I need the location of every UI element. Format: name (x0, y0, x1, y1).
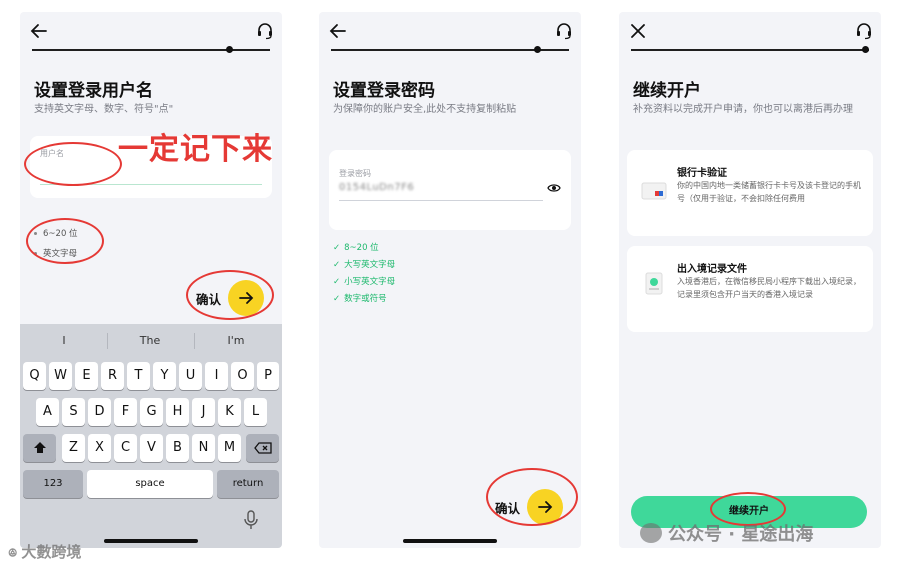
progress-indicator (534, 46, 541, 53)
top-bar (619, 20, 881, 44)
key-h[interactable]: H (166, 398, 189, 426)
card-title: 出入境记录文件 (677, 264, 747, 275)
keyboard: I The I'm Q W E R T Y U I O P A S D F G … (20, 324, 282, 548)
shift-key[interactable] (23, 434, 56, 462)
page-title: 继续开户 (633, 81, 701, 101)
rule-item: ✓ 数字或符号 (333, 294, 387, 304)
rule-item: ✓ 小写英文字母 (333, 277, 396, 287)
highlight-oval (186, 270, 274, 320)
suggestion[interactable]: I'm (196, 334, 276, 347)
back-arrow-icon[interactable] (327, 20, 349, 42)
numbers-key[interactable]: 123 (23, 470, 83, 498)
document-icon (645, 272, 663, 295)
password-rules: ✓ 8~20 位 ✓ 大写英文字母 ✓ 小写英文字母 ✓ 数字或符号 (333, 240, 395, 308)
headset-support-icon[interactable] (555, 22, 573, 40)
key-b[interactable]: B (166, 434, 189, 462)
page-subtitle: 为保障你的账户安全,此处不支持复制粘贴 (333, 104, 517, 115)
watermark-logo-icon: ꔮ (8, 546, 18, 560)
key-p[interactable]: P (257, 362, 279, 390)
key-w[interactable]: W (49, 362, 72, 390)
page-title: 设置登录用户名 (34, 81, 153, 101)
suggestion[interactable]: The (110, 334, 190, 347)
progress-indicator (226, 46, 233, 53)
page-title: 设置登录密码 (333, 81, 435, 101)
highlight-oval (26, 218, 104, 264)
key-n[interactable]: N (192, 434, 215, 462)
headset-support-icon[interactable] (855, 22, 873, 40)
return-key[interactable]: return (217, 470, 279, 498)
card-description: 入境香港后，在微信移民局小程序下载出入境纪录，记录里须包含开户当天的香港入境记录 (677, 277, 861, 299)
home-indicator (403, 539, 497, 543)
key-r[interactable]: R (101, 362, 124, 390)
page-subtitle: 补充资料以完成开户申请，你也可以离港后再办理 (633, 104, 853, 115)
key-s[interactable]: S (62, 398, 85, 426)
check-icon: ✓ (333, 260, 341, 270)
close-icon[interactable] (627, 20, 649, 42)
progress-indicator (862, 46, 869, 53)
key-m[interactable]: M (218, 434, 241, 462)
check-icon: ✓ (333, 243, 341, 253)
password-underline (339, 200, 543, 201)
card-description: 你的中国内地一类储蓄银行卡卡号及该卡登记的手机号（仅用于验证，不会扣除任何费用 (677, 181, 861, 203)
watermark-left: ꔮ 大數跨境 (8, 543, 82, 561)
highlight-oval (486, 468, 578, 526)
key-v[interactable]: V (140, 434, 163, 462)
space-key[interactable]: space (87, 470, 213, 498)
password-input[interactable]: 0154LuDn7F6 (339, 182, 414, 193)
eye-icon[interactable] (547, 182, 561, 194)
key-x[interactable]: X (88, 434, 111, 462)
watermark-right: 公众号 · 星途出海 (640, 520, 813, 546)
bank-card-verification[interactable]: 银行卡验证 你的中国内地一类储蓄银行卡卡号及该卡登记的手机号（仅用于验证，不会扣… (627, 150, 873, 236)
headset-support-icon[interactable] (256, 22, 274, 40)
delete-key[interactable] (246, 434, 279, 462)
key-i[interactable]: I (205, 362, 228, 390)
shift-icon (33, 442, 46, 453)
highlight-oval (24, 142, 122, 186)
check-icon: ✓ (333, 294, 341, 304)
key-q[interactable]: Q (23, 362, 46, 390)
key-u[interactable]: U (179, 362, 202, 390)
top-bar (319, 20, 581, 44)
key-c[interactable]: C (114, 434, 137, 462)
key-a[interactable]: A (36, 398, 59, 426)
password-label: 登录密码 (339, 169, 371, 178)
password-card: 登录密码 0154LuDn7F6 (329, 150, 571, 230)
key-e[interactable]: E (75, 362, 98, 390)
key-j[interactable]: J (192, 398, 215, 426)
key-d[interactable]: D (88, 398, 111, 426)
rule-item: ✓ 8~20 位 (333, 243, 379, 253)
key-t[interactable]: T (127, 362, 150, 390)
home-indicator (104, 539, 198, 543)
suggestion-bar: I The I'm (20, 324, 282, 358)
continue-account-screen: 继续开户 补充资料以完成开户申请，你也可以离港后再办理 银行卡验证 你的中国内地… (619, 12, 881, 548)
progress-bar (631, 46, 869, 54)
key-z[interactable]: Z (62, 434, 85, 462)
password-screen: 设置登录密码 为保障你的账户安全,此处不支持复制粘贴 登录密码 0154LuDn… (319, 12, 581, 548)
check-icon: ✓ (333, 277, 341, 287)
entry-exit-record[interactable]: 出入境记录文件 入境香港后，在微信移民局小程序下载出入境纪录，记录里须包含开户当… (627, 246, 873, 332)
key-y[interactable]: Y (153, 362, 176, 390)
annotation-text: 一定记下来 (118, 132, 273, 167)
key-k[interactable]: K (218, 398, 241, 426)
progress-bar (331, 46, 569, 54)
top-bar (20, 20, 282, 44)
key-f[interactable]: F (114, 398, 137, 426)
rule-item: ✓ 大写英文字母 (333, 260, 396, 270)
progress-bar (32, 46, 270, 54)
page-subtitle: 支持英文字母、数字、符号"点" (34, 104, 174, 115)
microphone-icon[interactable] (242, 510, 260, 530)
wechat-icon (640, 523, 662, 543)
backspace-icon (253, 442, 272, 454)
back-arrow-icon[interactable] (28, 20, 50, 42)
key-g[interactable]: G (140, 398, 163, 426)
key-l[interactable]: L (244, 398, 267, 426)
bank-card-icon (641, 182, 667, 200)
card-title: 银行卡验证 (677, 168, 727, 179)
key-o[interactable]: O (231, 362, 254, 390)
suggestion[interactable]: I (24, 334, 104, 347)
